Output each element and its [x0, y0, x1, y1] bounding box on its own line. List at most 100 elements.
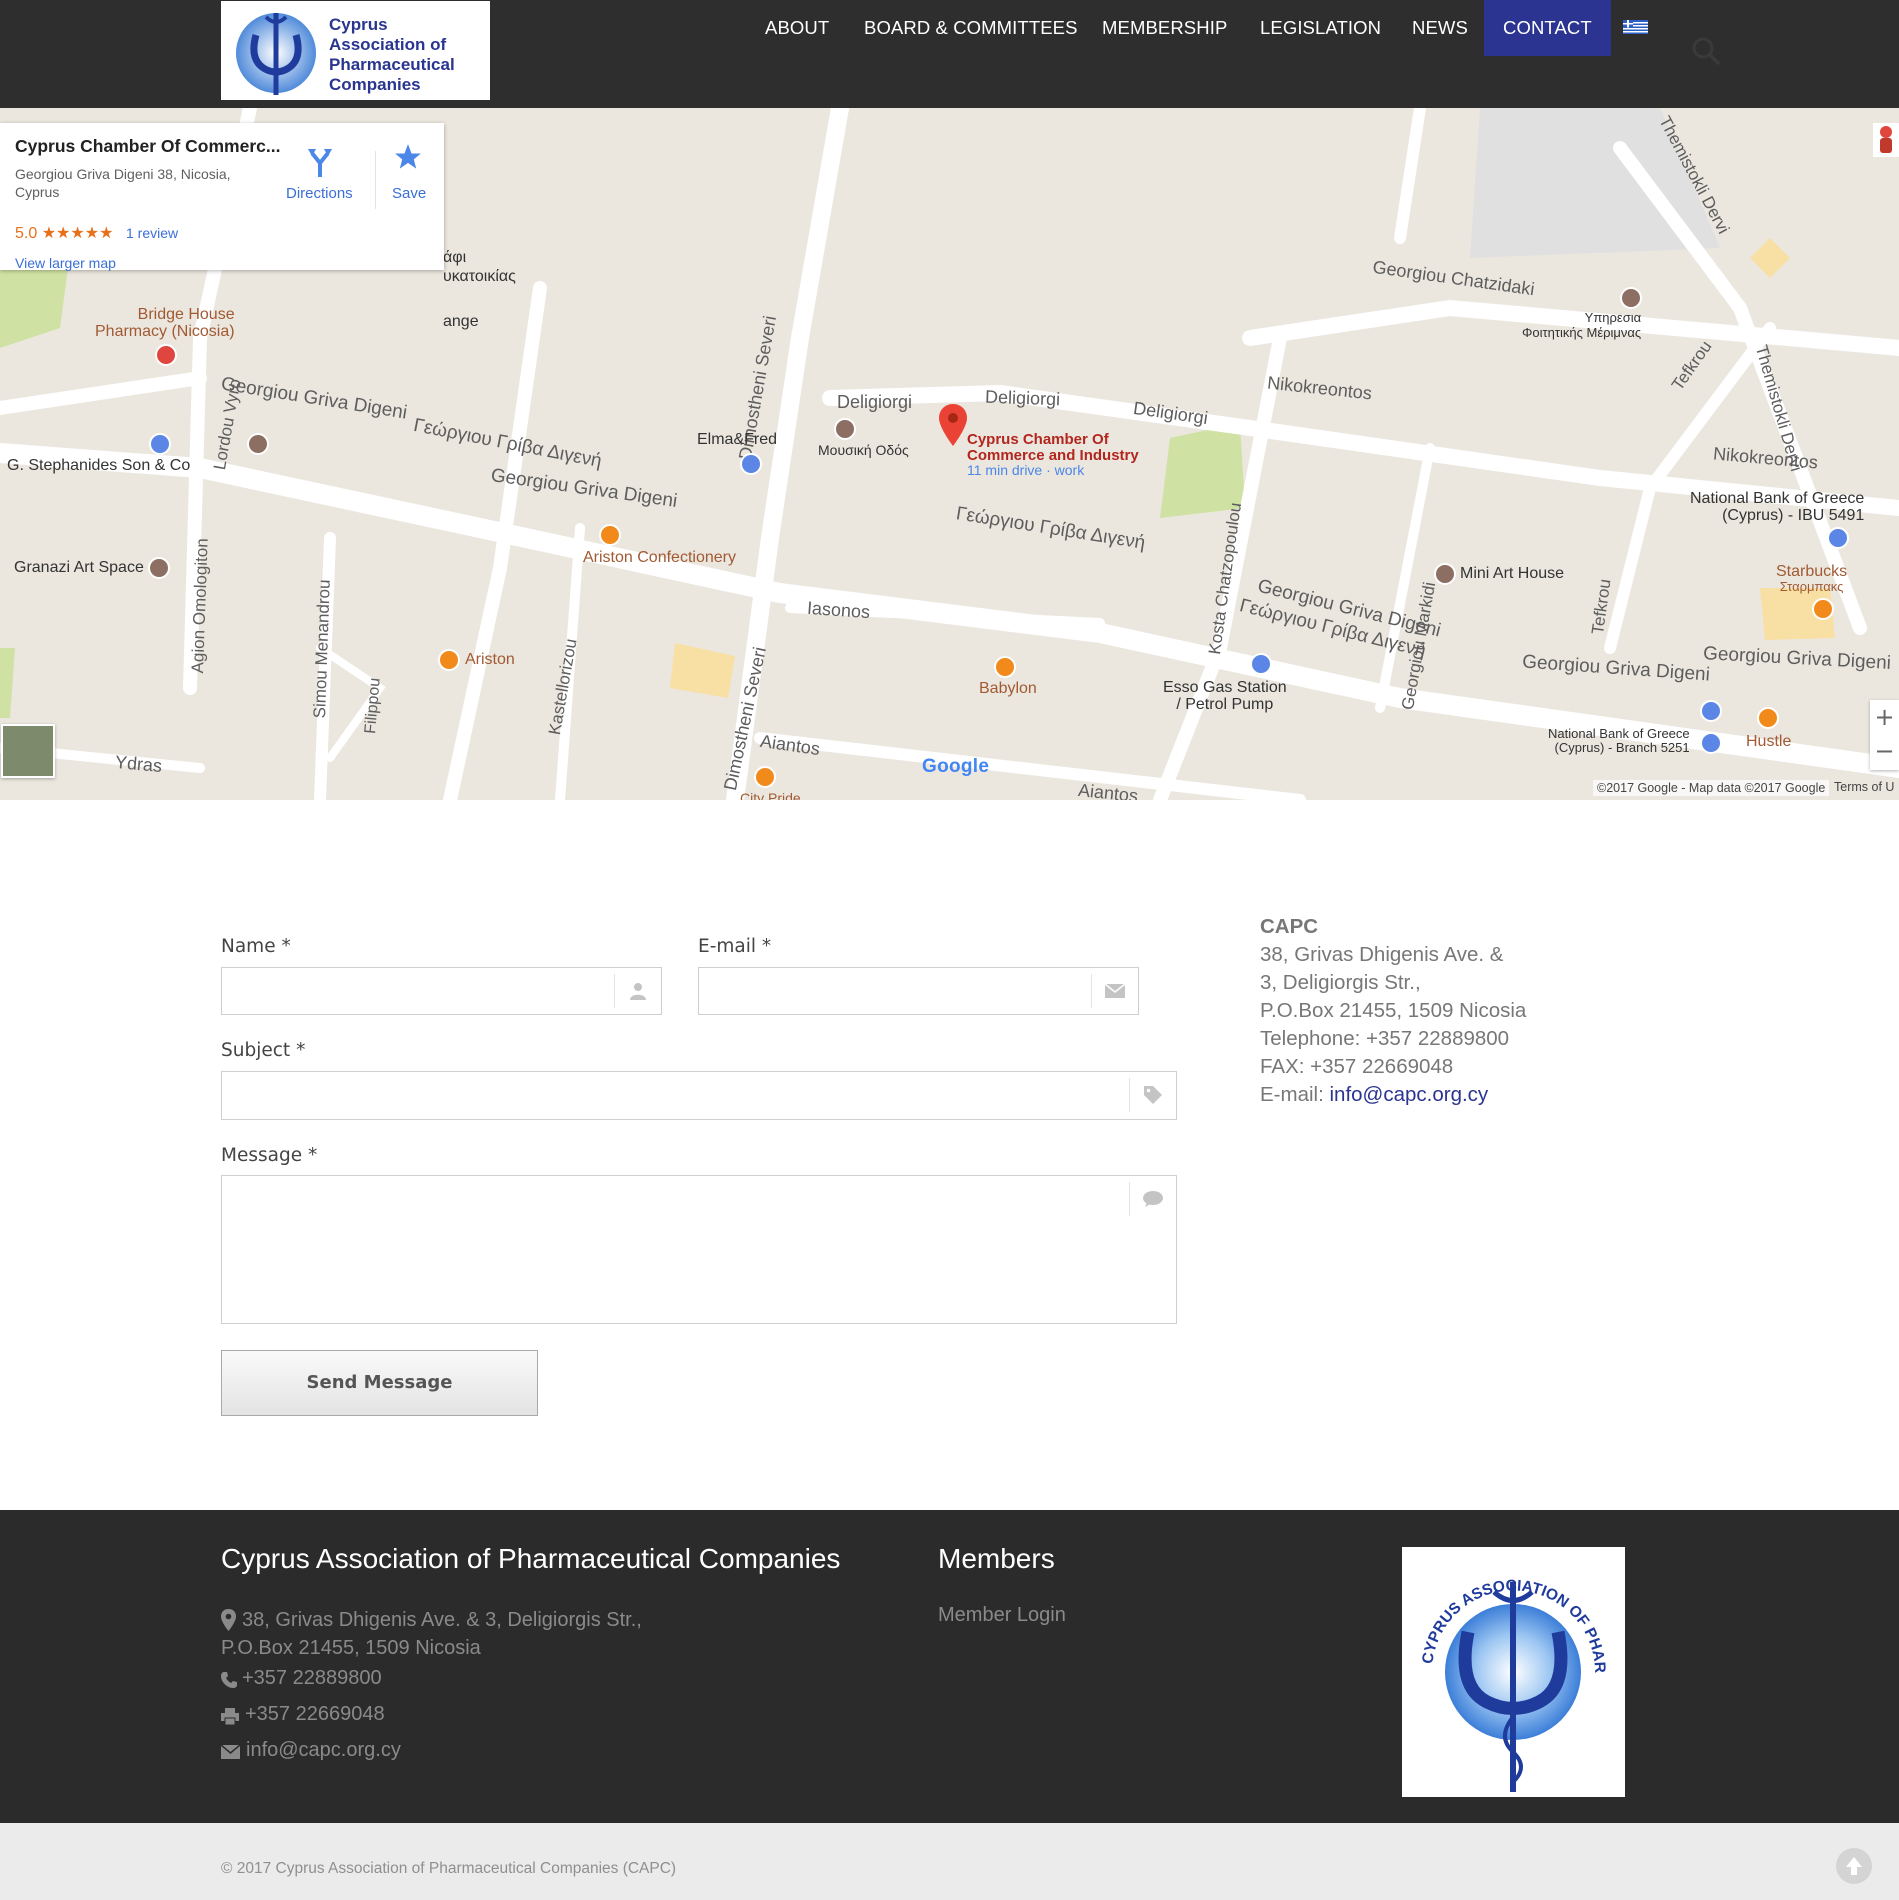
name-label: Name *	[221, 936, 291, 957]
pharmacy-pin-icon[interactable]	[155, 344, 177, 366]
poi-label: Bridge House Pharmacy (Nicosia)	[95, 306, 235, 340]
poi-label: Υπηρεσια Φοιτητικής Μέριμνας	[1522, 310, 1641, 340]
poi-label-line: (Cyprus) - Branch 5251	[1554, 740, 1690, 755]
tag-icon	[1129, 1078, 1176, 1112]
rating-stars: ★★★★★	[41, 225, 114, 242]
site-footer: Cyprus Association of Pharmaceutical Com…	[0, 1510, 1899, 1823]
poi-label: Granazi Art Space	[14, 559, 144, 576]
required-mark: *	[761, 936, 772, 957]
nav-board-committees[interactable]: BOARD & COMMITTEES	[845, 0, 1097, 56]
envelope-icon	[221, 1745, 240, 1759]
required-mark: *	[307, 1145, 318, 1166]
contact-email-link[interactable]: info@capc.org.cy	[1329, 1083, 1488, 1106]
site-header: Cyprus Association of Pharmaceutical Com…	[0, 0, 1899, 108]
send-message-button[interactable]: Send Message	[221, 1350, 538, 1416]
place-address: Georgiou Griva Digeni 38, Nicosia, Cypru…	[15, 166, 231, 200]
footer-address-line: 38, Grivas Dhigenis Ave. & 3, Deligiorgi…	[242, 1609, 642, 1631]
place-title: Cyprus Chamber Of Commerc...	[15, 136, 281, 156]
contact-email-label: E-mail:	[1260, 1083, 1330, 1106]
email-label: E-mail *	[698, 936, 771, 957]
map-terms-link[interactable]: Terms of U	[1834, 780, 1894, 794]
pegman-icon[interactable]	[1873, 123, 1899, 157]
poi-label-line: National Bank of Greece	[1548, 726, 1690, 741]
footer-title: Cyprus Association of Pharmaceutical Com…	[221, 1543, 841, 1574]
save-button[interactable]: Save	[392, 185, 426, 202]
poi-label: City Pride	[740, 790, 801, 800]
restaurant-pin-icon[interactable]	[754, 766, 776, 788]
place-rating: 5.0 ★★★★★	[15, 223, 113, 243]
poi-label: ange	[443, 313, 479, 330]
contact-po-box: P.O.Box 21455, 1509 Nicosia	[1260, 999, 1527, 1022]
member-login-link[interactable]: Member Login	[938, 1604, 1066, 1627]
zoom-in-icon[interactable]: +	[1870, 700, 1899, 734]
arrow-up-icon	[1846, 1857, 1862, 1875]
bar-pin-icon[interactable]	[1757, 707, 1779, 729]
nav-legislation[interactable]: LEGISLATION	[1241, 0, 1400, 56]
cafe-pin-icon[interactable]	[1812, 598, 1834, 620]
satellite-toggle[interactable]	[1, 724, 55, 778]
contact-address-line: 3, Deligiorgis Str.,	[1260, 971, 1421, 994]
bank-pin-icon[interactable]	[1700, 700, 1722, 722]
music-pin-icon[interactable]	[834, 418, 856, 440]
poi-label: άφι	[443, 249, 467, 266]
footer-email-link[interactable]: info@capc.org.cy	[246, 1739, 401, 1762]
marker-label-line: Cyprus Chamber Of	[967, 431, 1109, 448]
site-logo[interactable]: Cyprus Association of Pharmaceutical Com…	[221, 1, 490, 100]
message-textarea[interactable]	[221, 1175, 1177, 1324]
subject-input[interactable]	[221, 1071, 1177, 1120]
name-input[interactable]	[221, 967, 662, 1015]
save-star-icon[interactable]	[394, 143, 422, 171]
caduceus-logo-icon	[236, 13, 316, 95]
restaurant-pin-icon[interactable]	[438, 649, 460, 671]
bank-pin-icon[interactable]	[1700, 732, 1722, 754]
reviews-link[interactable]: 1 review	[126, 225, 178, 241]
footer-phone: +357 22889800	[242, 1667, 382, 1689]
shopping-pin-icon[interactable]	[149, 433, 171, 455]
footer-members-title: Members	[938, 1543, 1055, 1574]
message-label: Message *	[221, 1145, 317, 1166]
nav-news[interactable]: NEWS	[1393, 0, 1487, 56]
capc-seal-icon: CYPRUS ASSOCIATION OF PHARMACEUTICAL COM…	[1396, 1534, 1608, 1792]
marker-label: Cyprus Chamber Of Commerce and Industry	[967, 432, 1139, 464]
nav-membership[interactable]: MEMBERSHIP	[1083, 0, 1246, 56]
message-label-text: Message	[221, 1145, 303, 1166]
map-pin-icon	[221, 1609, 236, 1631]
nav-contact[interactable]: CONTACT	[1484, 0, 1611, 56]
bank-pin-icon[interactable]	[1827, 527, 1849, 549]
gas-station-pin-icon[interactable]	[1250, 653, 1272, 675]
poi-label: G. Stephanides Son & Co	[7, 457, 191, 474]
scroll-to-top-button[interactable]	[1836, 1848, 1872, 1884]
poi-label-line: Σταρμπακς	[1779, 579, 1844, 594]
name-label-text: Name	[221, 936, 276, 957]
google-map[interactable]: Georgiou Griva Digeni Γεώργιου Γρίβα Διγ…	[0, 108, 1899, 800]
directions-button[interactable]: Directions	[286, 185, 353, 202]
restaurant-pin-icon[interactable]	[599, 524, 621, 546]
view-larger-map-link[interactable]: View larger map	[15, 255, 116, 271]
contact-info: CAPC 38, Grivas Dhigenis Ave. & 3, Delig…	[1260, 913, 1526, 1109]
government-pin-icon[interactable]	[1620, 287, 1642, 309]
phone-icon	[221, 1672, 237, 1688]
logo-text-line: Pharmaceutical	[329, 55, 455, 74]
bar-pin-icon[interactable]	[994, 656, 1016, 678]
nav-about[interactable]: ABOUT	[746, 0, 848, 56]
shopping-pin-icon[interactable]	[740, 453, 762, 475]
zoom-out-icon[interactable]: −	[1870, 734, 1899, 768]
greek-flag-icon[interactable]	[1623, 20, 1648, 34]
poi-label: Elma&Fred	[697, 431, 778, 448]
contact-address-line: 38, Grivas Dhigenis Ave. &	[1260, 943, 1504, 966]
street-label: Iasonos	[806, 597, 871, 623]
lodging-pin-icon[interactable]	[1434, 563, 1456, 585]
parking-pin-icon[interactable]	[247, 433, 269, 455]
google-logo: Google	[922, 756, 989, 778]
directions-icon[interactable]	[306, 147, 334, 177]
poi-label: Ariston	[465, 651, 515, 668]
poi-label: Μουσική Οδός	[818, 442, 909, 458]
email-input[interactable]	[698, 967, 1139, 1015]
card-divider	[375, 151, 376, 209]
poi-label-line: Φοιτητικής Μέριμνας	[1522, 325, 1642, 340]
map-marker-icon[interactable]	[939, 404, 967, 446]
poi-label-line: Υπηρεσια	[1584, 310, 1642, 325]
subject-label-text: Subject	[221, 1040, 291, 1061]
art-pin-icon[interactable]	[148, 557, 170, 579]
search-icon[interactable]	[1691, 36, 1721, 66]
